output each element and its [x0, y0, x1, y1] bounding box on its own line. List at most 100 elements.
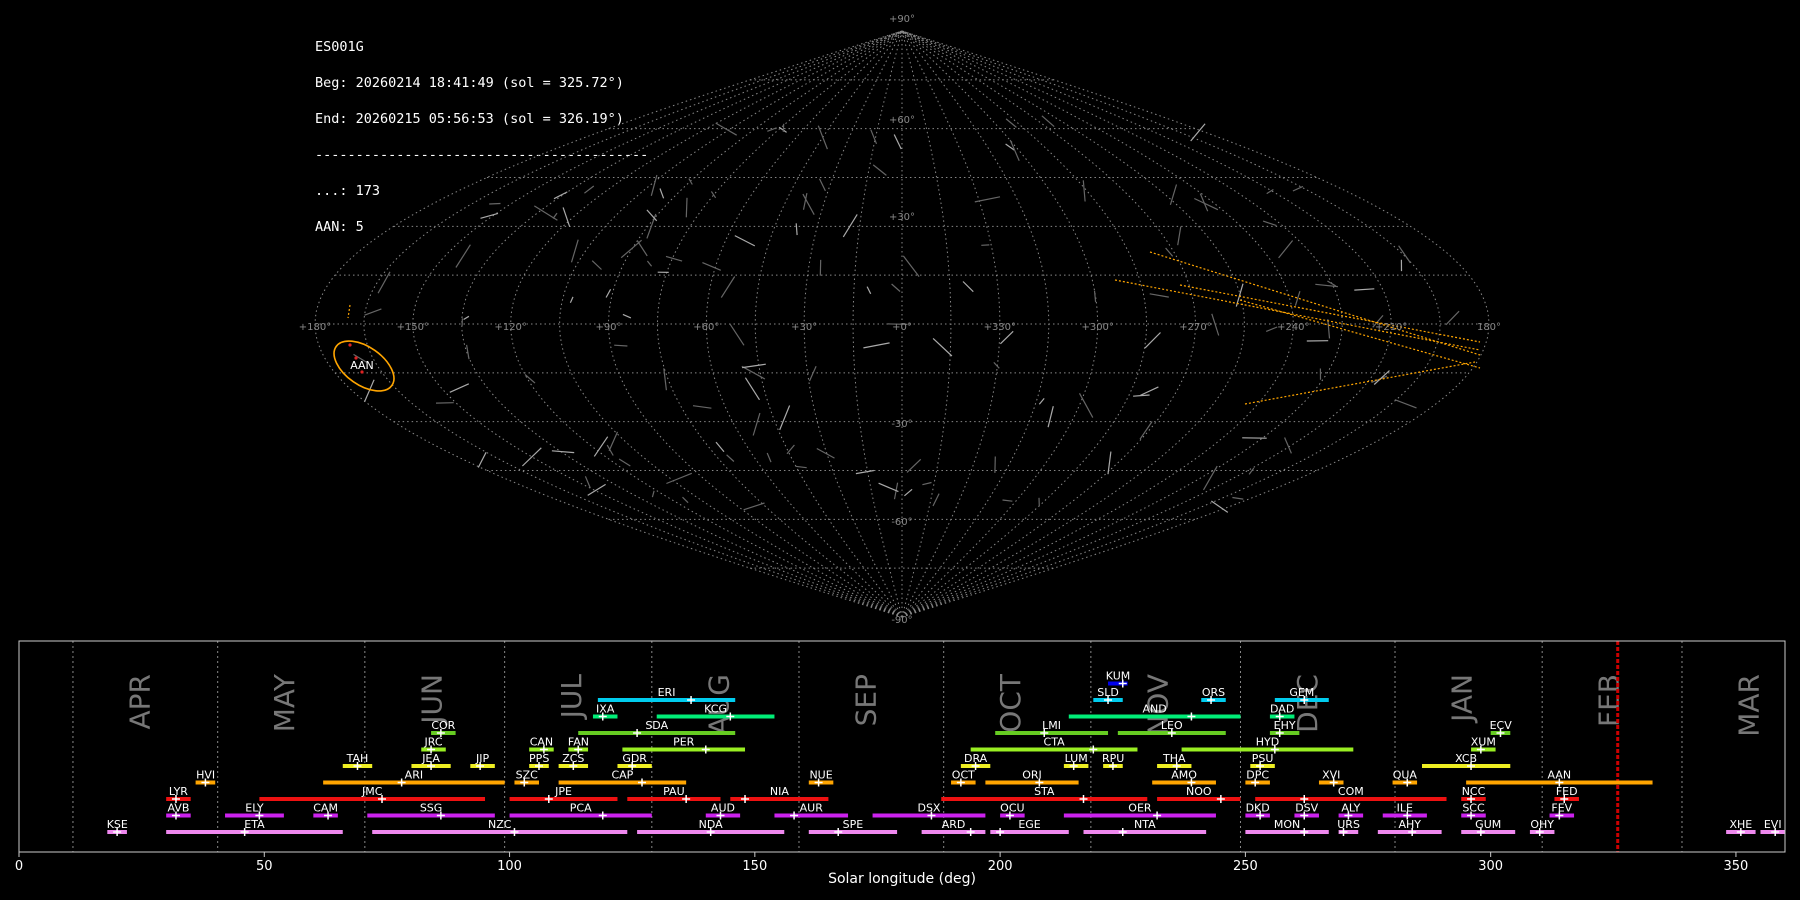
sporadic-track — [720, 276, 736, 298]
sporadic-track — [1445, 310, 1460, 326]
latitude-label: -90° — [891, 615, 912, 626]
shower-label: AUD — [711, 802, 735, 815]
shower-track — [1179, 284, 1481, 343]
sporadic-track — [743, 502, 765, 511]
meteor-tracks — [347, 115, 1481, 513]
shower-label: HYD — [1256, 736, 1279, 749]
shower-label: JPE — [554, 785, 572, 798]
shower-label: AAN — [1548, 769, 1572, 782]
sporadic-track — [808, 366, 817, 382]
sporadic-track — [1144, 332, 1161, 349]
sky-map: +180° +150° +120° +90° +60° +30° +0° +330° +300°… — [299, 14, 1501, 626]
latitude-label: +90° — [889, 14, 915, 25]
shower-label: MON — [1274, 818, 1300, 831]
shower-label: XCB — [1455, 752, 1477, 765]
shower-label: ILE — [1397, 802, 1413, 815]
shower-label: COM — [1338, 785, 1364, 798]
month-label: SEP — [849, 674, 882, 726]
sporadic-track — [587, 483, 606, 496]
sporadic-track — [779, 405, 791, 431]
latitude-label: +30° — [889, 212, 915, 223]
sporadic-track — [1149, 293, 1169, 298]
shower-label: PER — [673, 736, 695, 749]
shower-label: IXA — [596, 703, 615, 716]
shower-label: XUM — [1471, 736, 1496, 749]
sporadic-track — [795, 465, 807, 469]
month-label: OCT — [994, 673, 1027, 733]
shower-label: PPS — [529, 752, 549, 765]
shower-label: AND — [1143, 703, 1167, 716]
sporadic-track — [1009, 139, 1020, 161]
sporadic-track — [569, 296, 574, 304]
sporadic-track — [618, 458, 631, 467]
sporadic-track — [682, 496, 689, 504]
x-tick-label: 100 — [497, 859, 522, 874]
sporadic-track — [1232, 496, 1244, 500]
sporadic-track — [1047, 406, 1054, 428]
shower-label: DAD — [1270, 703, 1294, 716]
sporadic-track — [1210, 500, 1229, 513]
sporadic-track — [524, 374, 536, 384]
sporadic-track — [999, 330, 1014, 345]
sporadic-track — [622, 313, 632, 319]
sporadic-track — [962, 281, 974, 293]
x-tick-label: 350 — [1724, 859, 1749, 874]
month-label: JAN — [1446, 674, 1479, 724]
shower-label: QUA — [1393, 769, 1418, 782]
sporadic-track — [993, 361, 1000, 369]
sporadic-track — [842, 214, 858, 238]
shower-label: PSU — [1252, 752, 1274, 765]
sporadic-track — [455, 244, 471, 268]
longitude-label: +180° — [299, 322, 331, 333]
sporadic-track — [786, 444, 795, 455]
month-label: JUN — [415, 674, 448, 726]
shower-label: ECV — [1490, 719, 1513, 732]
shower-track — [347, 304, 351, 319]
sporadic-track — [872, 164, 887, 176]
longitude-label: +0° — [892, 322, 912, 333]
shower-label: DRA — [964, 752, 988, 765]
radiant-label: AAN — [350, 359, 374, 372]
shower-label: CAN — [530, 736, 553, 749]
sporadic-track — [449, 383, 470, 393]
shower-track — [1244, 361, 1476, 405]
shower-label: LMI — [1042, 719, 1061, 732]
sporadic-track — [710, 191, 717, 199]
shower-label: AVB — [167, 802, 189, 815]
sporadic-track — [659, 188, 665, 199]
shower-label: NUE — [809, 769, 832, 782]
shower-label: AUR — [800, 802, 824, 815]
sporadic-track — [584, 185, 595, 194]
shower-label: NCC — [1462, 785, 1486, 798]
shower-label: DSX — [917, 802, 940, 815]
sporadic-track — [752, 412, 761, 436]
sporadic-track — [855, 469, 875, 475]
shower-label: NIA — [770, 785, 789, 798]
sporadic-track — [818, 178, 826, 192]
shower-label: NZC — [488, 818, 512, 831]
radiant-point — [348, 343, 352, 347]
shower-label: SLD — [1097, 686, 1119, 699]
sporadic-track — [650, 174, 658, 196]
x-tick-label: 0 — [15, 859, 23, 874]
longitude-label: +150° — [397, 322, 429, 333]
sporadic-track — [1041, 115, 1055, 128]
shower-label: JIP — [475, 752, 489, 765]
sporadic-track — [614, 344, 628, 347]
sporadic-track — [1211, 313, 1220, 336]
sporadic-track — [906, 458, 922, 473]
shower-label: CTA — [1044, 736, 1066, 749]
sporadic-track — [620, 239, 642, 259]
longitude-label: +210° — [1375, 322, 1407, 333]
shower-label: COR — [431, 719, 455, 732]
sporadic-track — [742, 363, 766, 369]
shower-label: RPU — [1102, 752, 1124, 765]
shower-label: JRC — [424, 736, 443, 749]
sporadic-track — [533, 205, 558, 221]
sporadic-track — [1139, 421, 1153, 440]
sporadic-track — [1327, 319, 1331, 339]
shower-track — [1149, 251, 1481, 356]
longitude-label: +30° — [791, 322, 817, 333]
shower-label: FED — [1556, 785, 1578, 798]
sporadic-track — [606, 444, 614, 456]
